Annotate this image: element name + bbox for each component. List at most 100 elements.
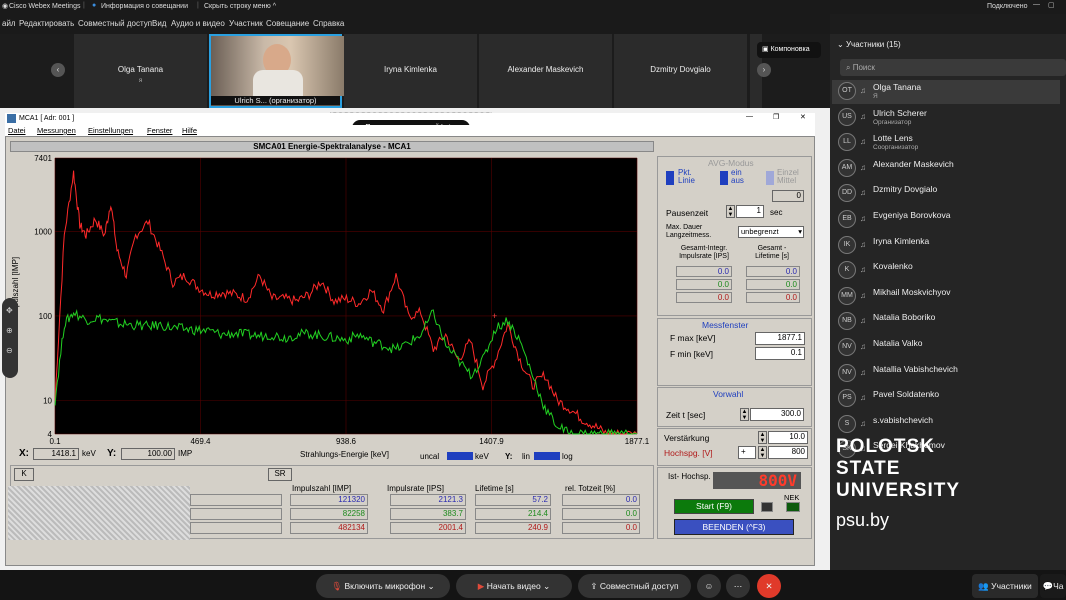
menu-share[interactable]: Совместный доступ xyxy=(78,19,152,28)
chevron-right-icon[interactable]: › xyxy=(757,63,771,77)
participant-row[interactable]: OT ♫ Olga Tanana Я xyxy=(832,80,1060,104)
mca-app-icon xyxy=(7,114,16,123)
hochspg-field[interactable]: 800 xyxy=(768,446,808,459)
layout-button[interactable]: ▣ Компоновка xyxy=(757,42,821,58)
video-tile-ulrich[interactable]: Ulrich S... (организатор) xyxy=(209,34,344,108)
mic-button[interactable]: 🎙 Включить микрофон ⌄ xyxy=(316,574,450,598)
participants-header[interactable]: ⌄ Участники (15) xyxy=(837,40,901,49)
participant-name: Lotte Lens xyxy=(873,133,913,144)
divider: | xyxy=(83,2,85,9)
restore-icon[interactable]: ❐ xyxy=(773,113,779,121)
participant-row[interactable]: NV ♫ Natalia Valko xyxy=(838,336,1066,360)
mca-menu-hilfe[interactable]: Hilfe xyxy=(182,126,197,135)
video-tile-olga[interactable]: Olga Tanana я xyxy=(74,34,207,108)
avatar: DD xyxy=(838,184,856,203)
share-button[interactable]: ⇪ Совместный доступ xyxy=(578,574,691,598)
avatar: LL xyxy=(838,133,856,152)
participant-row[interactable]: AM ♫ Alexander Maskevich xyxy=(838,157,1066,181)
zoom-in-icon[interactable]: ⊕ xyxy=(6,326,13,335)
mca-menu-datei[interactable]: Datei xyxy=(8,126,26,135)
more-button[interactable]: ⋯ xyxy=(726,574,750,598)
zeit-field[interactable]: 300.0 xyxy=(750,408,804,421)
leave-button[interactable]: ✕ xyxy=(757,574,781,598)
hochspg-spinner[interactable]: ▲ ▼ xyxy=(758,446,767,459)
lifetime-value-red: 0.0 xyxy=(746,292,800,303)
menu-audio-video[interactable]: Аудио и видео xyxy=(171,19,225,28)
channel-label-field xyxy=(190,494,282,506)
maximize-icon[interactable]: ▢ xyxy=(1048,1,1055,9)
participant-row[interactable]: MM ♫ Mikhail Moskvichyov xyxy=(838,285,1066,309)
verstaerkung-field[interactable]: 10.0 xyxy=(768,431,808,444)
avg-count-field[interactable]: 0 xyxy=(772,190,804,202)
logo-site: psu.by xyxy=(836,510,890,530)
zoom-out-icon[interactable]: ⊖ xyxy=(6,346,13,355)
participant-row[interactable]: US ♫ Ulrich Scherer Организатор xyxy=(838,106,1066,130)
pausenzeit-spinner[interactable]: ▲ ▼ xyxy=(726,205,735,218)
participant-row[interactable]: K ♫ Kovalenko xyxy=(838,259,1066,283)
start-button[interactable]: Start (F9) xyxy=(674,499,754,514)
mca-menu-messungen[interactable]: Messungen xyxy=(37,126,76,135)
gesamt-integr-label: Gesamt-Integr. Impulsrate [IPS] xyxy=(679,245,729,260)
k-button[interactable]: K xyxy=(14,468,34,481)
menu-help[interactable]: Справка xyxy=(313,19,344,28)
table-cell-imp: 482134 xyxy=(290,522,368,534)
close-icon[interactable]: ✕ xyxy=(800,113,806,121)
einzel-toggle[interactable] xyxy=(766,171,774,185)
pointer-icon[interactable]: ✥ xyxy=(6,306,13,315)
menu-meeting[interactable]: Совещание xyxy=(266,19,309,28)
chat-button[interactable]: 💬Ча xyxy=(1040,574,1066,598)
menu-participant[interactable]: Участник xyxy=(229,19,263,28)
participants-search-input[interactable]: ⌕ Поиск xyxy=(840,59,1066,76)
hochspg-label: Hochspg. [V] xyxy=(664,448,713,458)
participant-row[interactable]: NB ♫ Natalia Boboriko xyxy=(838,310,1066,334)
menu-file[interactable]: айл xyxy=(2,19,16,28)
menu-edit[interactable]: Редактировать xyxy=(19,19,74,28)
nek-indicator[interactable] xyxy=(786,502,800,512)
participants-button[interactable]: 👥 Участники xyxy=(972,574,1038,598)
spectrum-chart[interactable]: 740110001001040.1 469.4 938.6 1407.9 1877.1 … xyxy=(10,152,654,462)
minimize-icon[interactable]: — xyxy=(1033,1,1040,8)
participant-row[interactable]: LL ♫ Lotte Lens Соорганизатор xyxy=(838,131,1066,155)
fmax-field[interactable]: 1877.1 xyxy=(755,332,805,345)
max-dauer-select[interactable]: unbegrenzt ▾ xyxy=(738,226,804,238)
mca-menu-einstellungen[interactable]: Einstellungen xyxy=(88,126,133,135)
menu-view[interactable]: Вид xyxy=(152,19,166,28)
video-tile-alexander[interactable]: Alexander Maskevich xyxy=(479,34,612,108)
meeting-info-link[interactable]: Информация о совещании xyxy=(101,3,188,10)
fmin-field[interactable]: 0.1 xyxy=(755,347,805,360)
mic-icon: ♫ xyxy=(860,86,866,95)
reactions-button[interactable]: ☺ xyxy=(697,574,721,598)
hochspg-sign[interactable]: + xyxy=(738,446,756,459)
minimize-icon[interactable]: — xyxy=(746,113,753,120)
participant-row[interactable]: PS ♫ Pavel Soldatenko xyxy=(838,387,1066,411)
participant-row[interactable]: NV ♫ Natallia Vabishchevich xyxy=(838,362,1066,386)
close-icon: ✕ xyxy=(765,581,773,591)
avg-mode-panel: AVG-Modus Pkt. Linie ein aus Einzel Mitt… xyxy=(657,156,812,316)
x-scale-toggle[interactable] xyxy=(447,452,473,460)
participant-row[interactable]: EB ♫ Evgeniya Borovkova xyxy=(838,208,1066,232)
participant-row[interactable]: IK ♫ Iryna Kimlenka xyxy=(838,234,1066,258)
y-scale-toggle[interactable] xyxy=(534,452,560,460)
video-tile-iryna[interactable]: Iryna Kimlenka xyxy=(344,34,477,108)
hide-menu-link[interactable]: Скрыть строку меню ^ xyxy=(204,3,276,10)
mic-icon: ♫ xyxy=(860,239,866,249)
pausenzeit-field[interactable]: 1 xyxy=(736,205,764,218)
y-tick-label: 7401 xyxy=(34,154,52,163)
participant-row[interactable]: S ♫ s.vabishchevich xyxy=(838,413,1066,437)
verstaerkung-spinner[interactable]: ▲ ▼ xyxy=(758,431,767,444)
video-button[interactable]: ▶ Начать видео ⌄ xyxy=(456,574,572,598)
beenden-button[interactable]: BEENDEN (^F3) xyxy=(674,519,794,535)
mic-icon: ♫ xyxy=(860,188,866,198)
lifetime-value-blue: 0.0 xyxy=(746,266,800,277)
chevron-left-icon[interactable]: ‹ xyxy=(51,63,65,77)
vorwahl-title: Vorwahl xyxy=(713,389,744,399)
ein-toggle[interactable] xyxy=(720,171,728,185)
pkt-toggle[interactable] xyxy=(666,171,674,185)
sr-button[interactable]: SR xyxy=(268,468,292,481)
video-tile-dzmitry[interactable]: Dzmitry Dovgialo xyxy=(614,34,747,108)
participant-row[interactable]: DD ♫ Dzmitry Dovgialo xyxy=(838,182,1066,206)
zeit-label: Zeit t [sec] xyxy=(666,410,706,420)
mic-icon: ♫ xyxy=(860,316,866,326)
zeit-spinner[interactable]: ▲ ▼ xyxy=(740,408,749,421)
mca-menu-fenster[interactable]: Fenster xyxy=(147,126,172,135)
